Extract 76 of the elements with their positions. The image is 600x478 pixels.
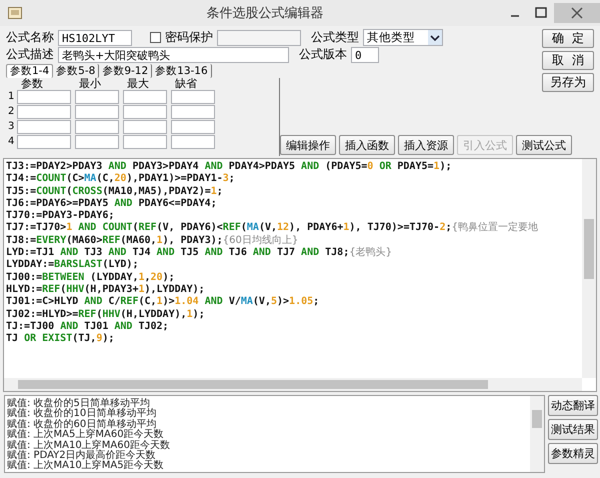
output-button[interactable]: 动态翻译 — [548, 395, 598, 416]
code-line: TJ6:=PDAY6>=PDAY5 AND PDAY6<=PDAY4; — [6, 198, 218, 210]
tool-button[interactable]: 编辑操作 — [280, 135, 336, 155]
code-line: TJ4:=COUNT(C>MA(C,20),PDAY1)>=PDAY1-3; — [6, 173, 236, 186]
column-header: 最小 — [78, 78, 102, 90]
param-input[interactable] — [17, 120, 71, 134]
output-message: 赋值: 收盘价的10日简单移动平均 — [7, 409, 158, 420]
param-input[interactable] — [17, 105, 71, 119]
type-dropdown[interactable]: 其他类型 — [363, 29, 443, 46]
description-field[interactable]: 老鸭头+大阳突破鸭头 — [58, 46, 289, 62]
name-field[interactable]: HS102LYT — [58, 30, 132, 46]
code-line: TJ01:=C>HLYD AND C/REF(C,1)>1.04 AND V/MA(V,5)>1.05; — [6, 296, 320, 309]
password-field[interactable] — [217, 30, 301, 46]
code-line: LYD:=TJ1 AND TJ3 AND TJ4 AND TJ5 AND TJ6 AND TJ7 AND TJ8;{老鸭头} — [6, 247, 393, 259]
vertical-scrollbar[interactable] — [530, 396, 544, 472]
dialog-button[interactable]: 另存为 — [542, 73, 594, 92]
param-input[interactable] — [75, 90, 119, 104]
row-number: 4 — [8, 135, 16, 149]
param-input[interactable] — [75, 105, 119, 119]
param-input[interactable] — [123, 135, 167, 149]
tab[interactable]: 参数9-12 — [99, 64, 152, 78]
column-header: 缺省 — [174, 78, 198, 90]
field-label: 公式版本 — [299, 46, 347, 63]
field-label: 公式描述 — [6, 46, 54, 63]
param-input[interactable] — [123, 120, 167, 134]
tab[interactable]: 参数1-4 — [6, 64, 54, 78]
output-message: 赋值: 上次MA10上穿MA60距今天数 — [7, 440, 171, 451]
window-title: 条件选股公式编辑器 — [206, 5, 324, 22]
code-line: TJ02:=HLYD>=REF(HHV(H,LYDDAY),1); — [6, 308, 206, 321]
field-label: 公式类型 — [311, 29, 359, 46]
code-line: TJ3:=PDAY2>PDAY3 AND PDAY3>PDAY4 AND PDAY4>PDAY5 AND (PDAY5=0 OR PDAY5=1); — [6, 161, 453, 173]
checkbox-label: 密码保护 — [165, 29, 213, 46]
param-input[interactable] — [123, 90, 167, 104]
code-line: TJ00:=BETWEEN (LYDDAY,1,20); — [6, 272, 176, 284]
tool-button[interactable]: 插入函数 — [339, 135, 395, 155]
horizontal-scrollbar[interactable] — [4, 378, 582, 391]
param-input[interactable] — [171, 135, 215, 149]
field-label: 公式名称 — [6, 29, 54, 46]
row-number: 3 — [8, 120, 16, 134]
row-number: 2 — [8, 105, 16, 119]
param-input[interactable] — [171, 120, 215, 134]
param-input[interactable] — [17, 135, 71, 149]
dialog-button[interactable]: 确 定 — [542, 29, 594, 48]
vertical-scrollbar[interactable] — [582, 159, 596, 378]
output-message: 赋值: 上次MA10上穿MA5距今天数 — [7, 461, 165, 472]
code-line: TJ70:=PDAY3-PDAY6; — [6, 210, 116, 222]
code-line: TJ5:=COUNT(CROSS(MA10,MA5),PDAY2)=1; — [6, 186, 224, 198]
column-header: 最大 — [126, 78, 150, 90]
param-input[interactable] — [75, 120, 119, 134]
output-button[interactable]: 测试结果 — [548, 419, 598, 440]
app-icon — [8, 7, 22, 19]
param-input[interactable] — [17, 90, 71, 104]
param-input[interactable] — [171, 105, 215, 119]
tool-button[interactable]: 插入资源 — [398, 135, 454, 155]
password-checkbox[interactable] — [150, 32, 161, 43]
dialog-button[interactable]: 取 消 — [542, 51, 594, 70]
param-input[interactable] — [123, 105, 167, 119]
output-message: 赋值: 上次MA5上穿MA60距今天数 — [7, 430, 164, 440]
code-line: LYDDAY:=BARSLAST(LYD); — [6, 259, 140, 272]
param-input[interactable] — [171, 90, 215, 104]
code-line: TJ:=TJ00 AND TJ01 AND TJ02; — [6, 320, 170, 333]
code-line: TJ8:=EVERY(MA60>REF(MA60,1), PDAY3);{60日均线向上} — [6, 234, 300, 248]
output-message: 赋值: 收盘价的5日简单移动平均 — [7, 399, 150, 409]
column-header: 参数 — [20, 78, 44, 90]
tool-button[interactable]: 测试公式 — [516, 135, 572, 155]
version-field[interactable]: 0 — [351, 46, 379, 62]
code-line: TJ7:=TJ70>1 AND COUNT(REF(V, PDAY6)<REF(MA(V,12), PDAY6+1), TJ70)>=TJ70-2;{鸭鼻位置一定要地 — [6, 222, 540, 234]
output-message: 赋值: 收盘价的60日简单移动平均 — [7, 420, 156, 430]
code-line: HLYD:=REF(HHV(H,PDAY3+1),LYDDAY); — [6, 284, 206, 296]
tab[interactable]: 参数5-8 — [53, 64, 100, 78]
row-number: 1 — [8, 90, 16, 104]
output-button[interactable]: 参数精灵 — [548, 443, 598, 464]
tab[interactable]: 参数13-16 — [152, 64, 212, 78]
param-input[interactable] — [75, 135, 119, 149]
code-line: TJ OR EXIST(TJ,9); — [6, 333, 116, 346]
close-icon[interactable] — [554, 3, 600, 23]
